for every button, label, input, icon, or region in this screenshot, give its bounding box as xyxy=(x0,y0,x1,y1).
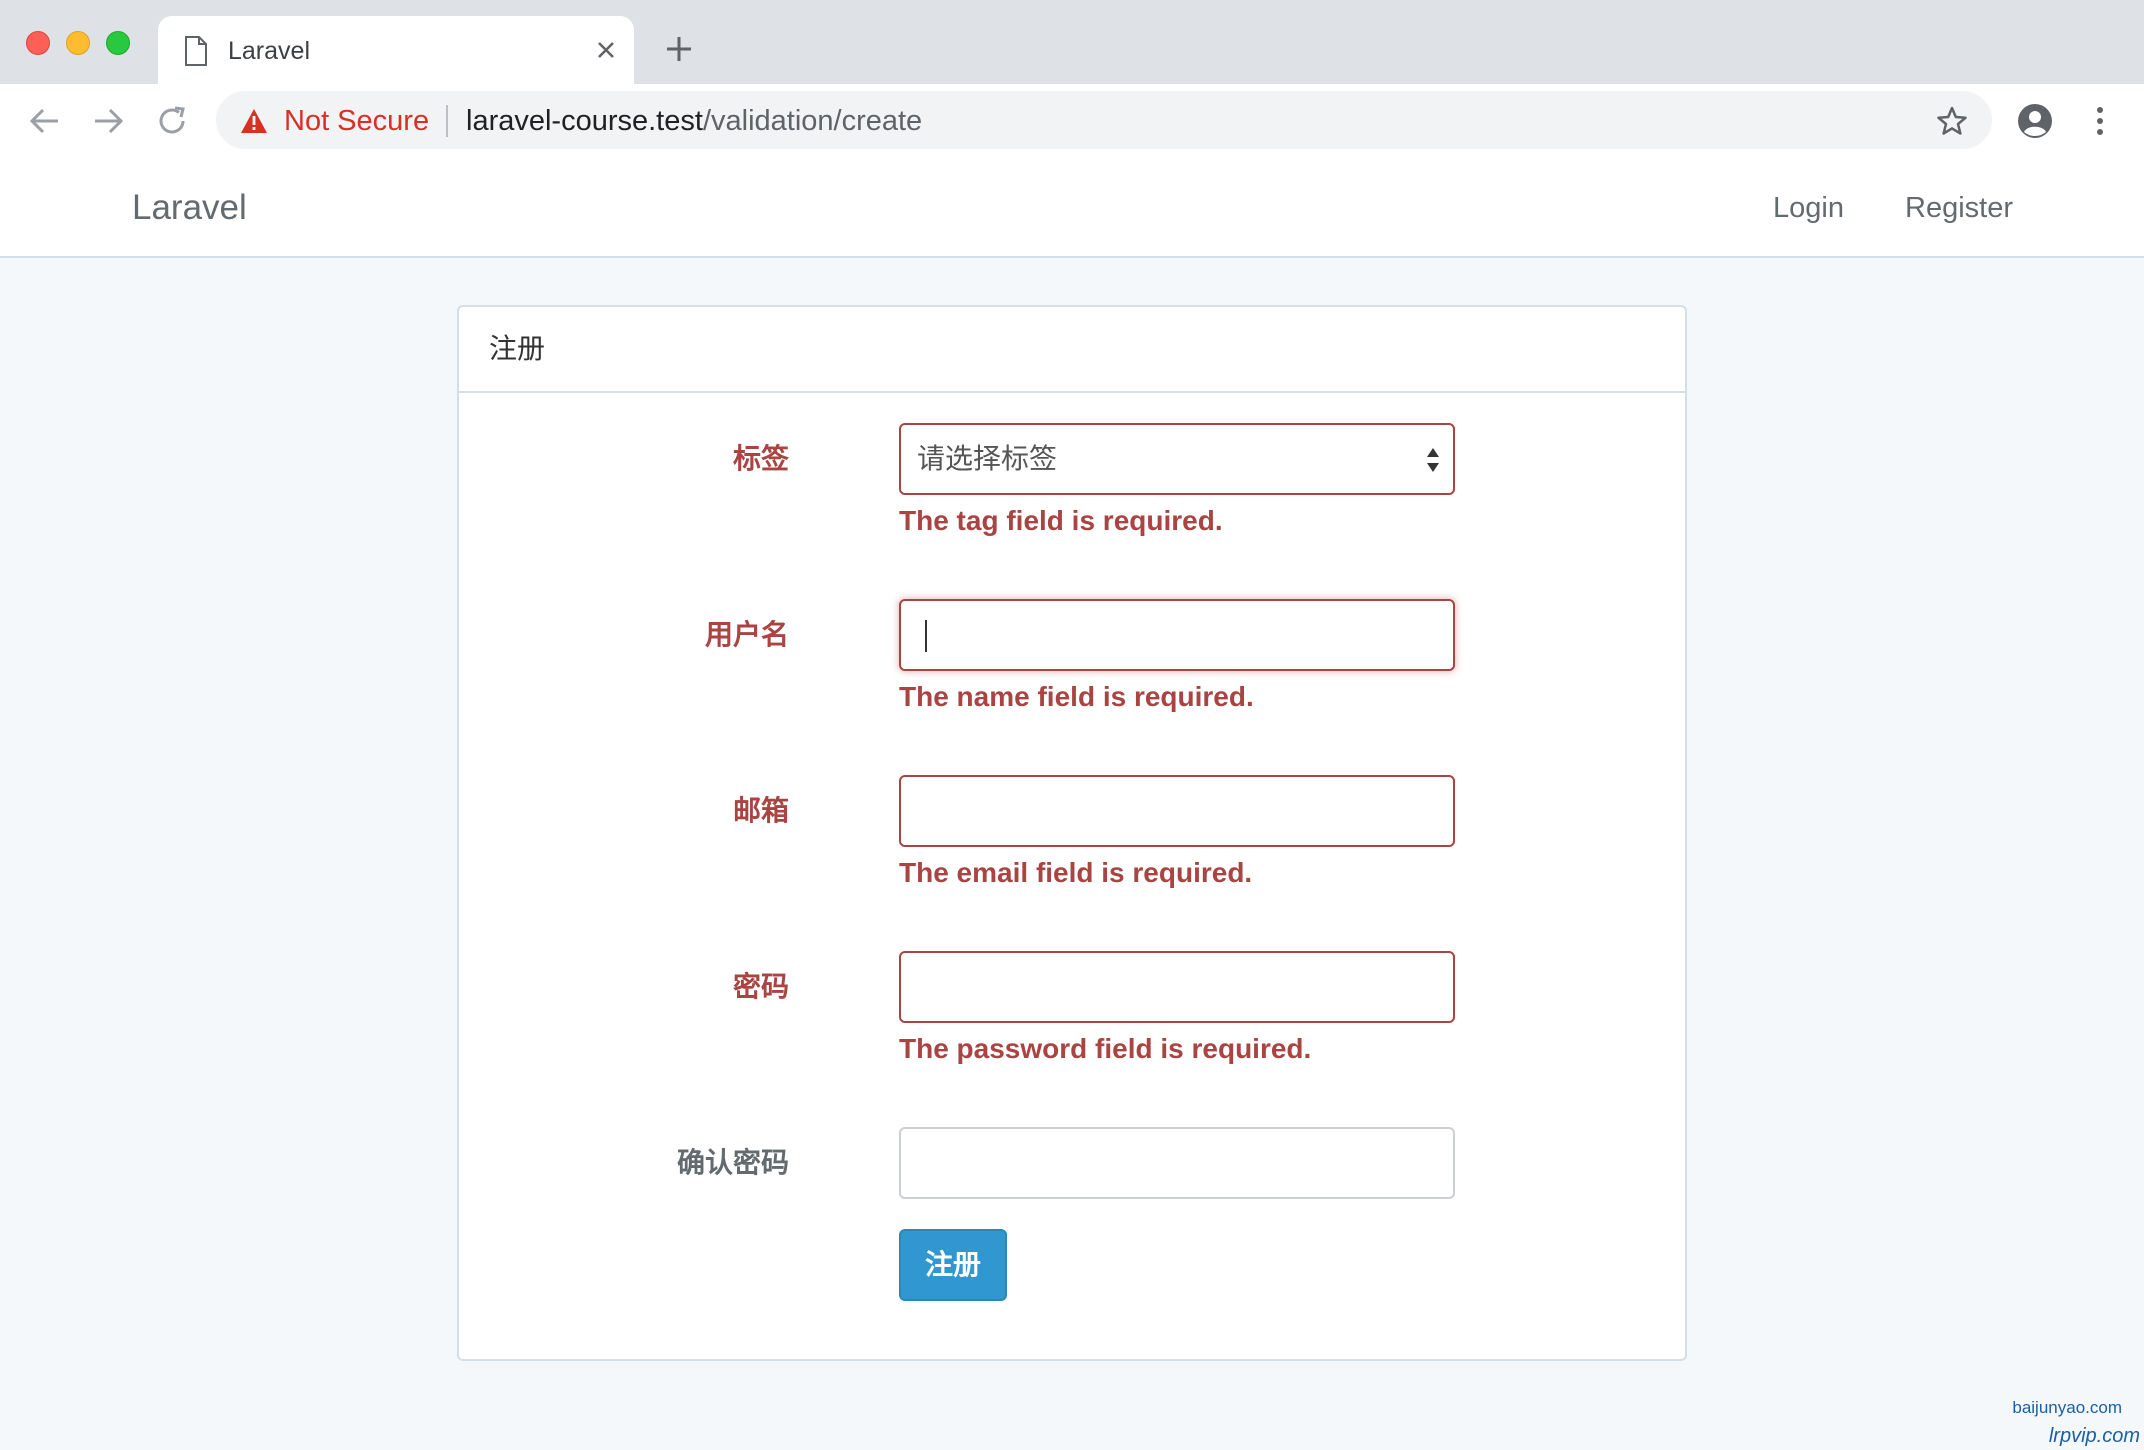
document-icon xyxy=(185,36,207,66)
select-arrows-icon xyxy=(1427,448,1439,472)
password-error: The password field is required. xyxy=(899,1033,1312,1064)
new-tab-icon[interactable] xyxy=(664,34,694,64)
maximize-window-button[interactable] xyxy=(106,31,130,55)
minimize-window-button[interactable] xyxy=(66,31,90,55)
register-submit-button[interactable]: 注册 xyxy=(899,1229,1007,1301)
name-label: 用户名 xyxy=(704,619,789,650)
panel-heading: 注册 xyxy=(459,307,1685,393)
confirm-password-input[interactable] xyxy=(899,1127,1455,1199)
name-input[interactable] xyxy=(899,599,1455,671)
omnibox-divider xyxy=(446,105,448,137)
address-bar[interactable]: Not Secure laravel-course.test/validatio… xyxy=(216,91,1992,149)
back-arrow-icon[interactable] xyxy=(28,104,62,138)
text-caret xyxy=(925,620,927,652)
panel-title: 注册 xyxy=(489,333,546,364)
more-menu-icon[interactable] xyxy=(2088,102,2112,140)
email-error: The email field is required. xyxy=(899,857,1253,888)
watermark-line-1: baijunyao.com xyxy=(2012,1398,2122,1417)
url-host: laravel-course.test xyxy=(466,105,703,137)
profile-avatar-icon[interactable] xyxy=(2016,102,2054,140)
name-error: The name field is required. xyxy=(899,681,1254,712)
brand-link[interactable]: Laravel xyxy=(132,188,247,228)
confirm-password-label: 确认密码 xyxy=(676,1147,789,1178)
tag-select-value: 请选择标签 xyxy=(917,443,1058,474)
forward-arrow-icon[interactable] xyxy=(91,104,125,138)
url-path: /validation/create xyxy=(702,105,923,137)
close-icon[interactable] xyxy=(592,36,620,64)
warning-icon xyxy=(241,109,267,133)
not-secure-label[interactable]: Not Secure xyxy=(284,104,429,138)
url-text[interactable]: laravel-course.test/validation/create xyxy=(466,104,922,138)
email-label: 邮箱 xyxy=(732,795,789,826)
tag-error: The tag field is required. xyxy=(899,505,1223,536)
password-input[interactable] xyxy=(899,951,1455,1023)
register-link[interactable]: Register xyxy=(1905,191,2013,225)
login-link[interactable]: Login xyxy=(1773,191,1844,225)
register-panel: 注册 标签 请选择标签 The tag field is required. 用… xyxy=(457,305,1687,1361)
password-label: 密码 xyxy=(732,971,789,1002)
bookmark-star-icon[interactable] xyxy=(1936,105,1968,137)
reload-icon[interactable] xyxy=(155,104,189,138)
close-window-button[interactable] xyxy=(26,31,50,55)
tag-label: 标签 xyxy=(732,443,789,474)
email-input[interactable] xyxy=(899,775,1455,847)
site-navbar: Laravel Login Register xyxy=(0,158,2144,258)
tag-select[interactable]: 请选择标签 xyxy=(899,423,1455,495)
browser-tab-strip: Laravel xyxy=(0,0,2144,84)
tab-title: Laravel xyxy=(228,37,310,65)
watermark-line-2: lrpvip.com xyxy=(2048,1425,2140,1447)
browser-tab[interactable]: Laravel xyxy=(158,16,634,84)
browser-toolbar: Not Secure laravel-course.test/validatio… xyxy=(0,84,2144,159)
